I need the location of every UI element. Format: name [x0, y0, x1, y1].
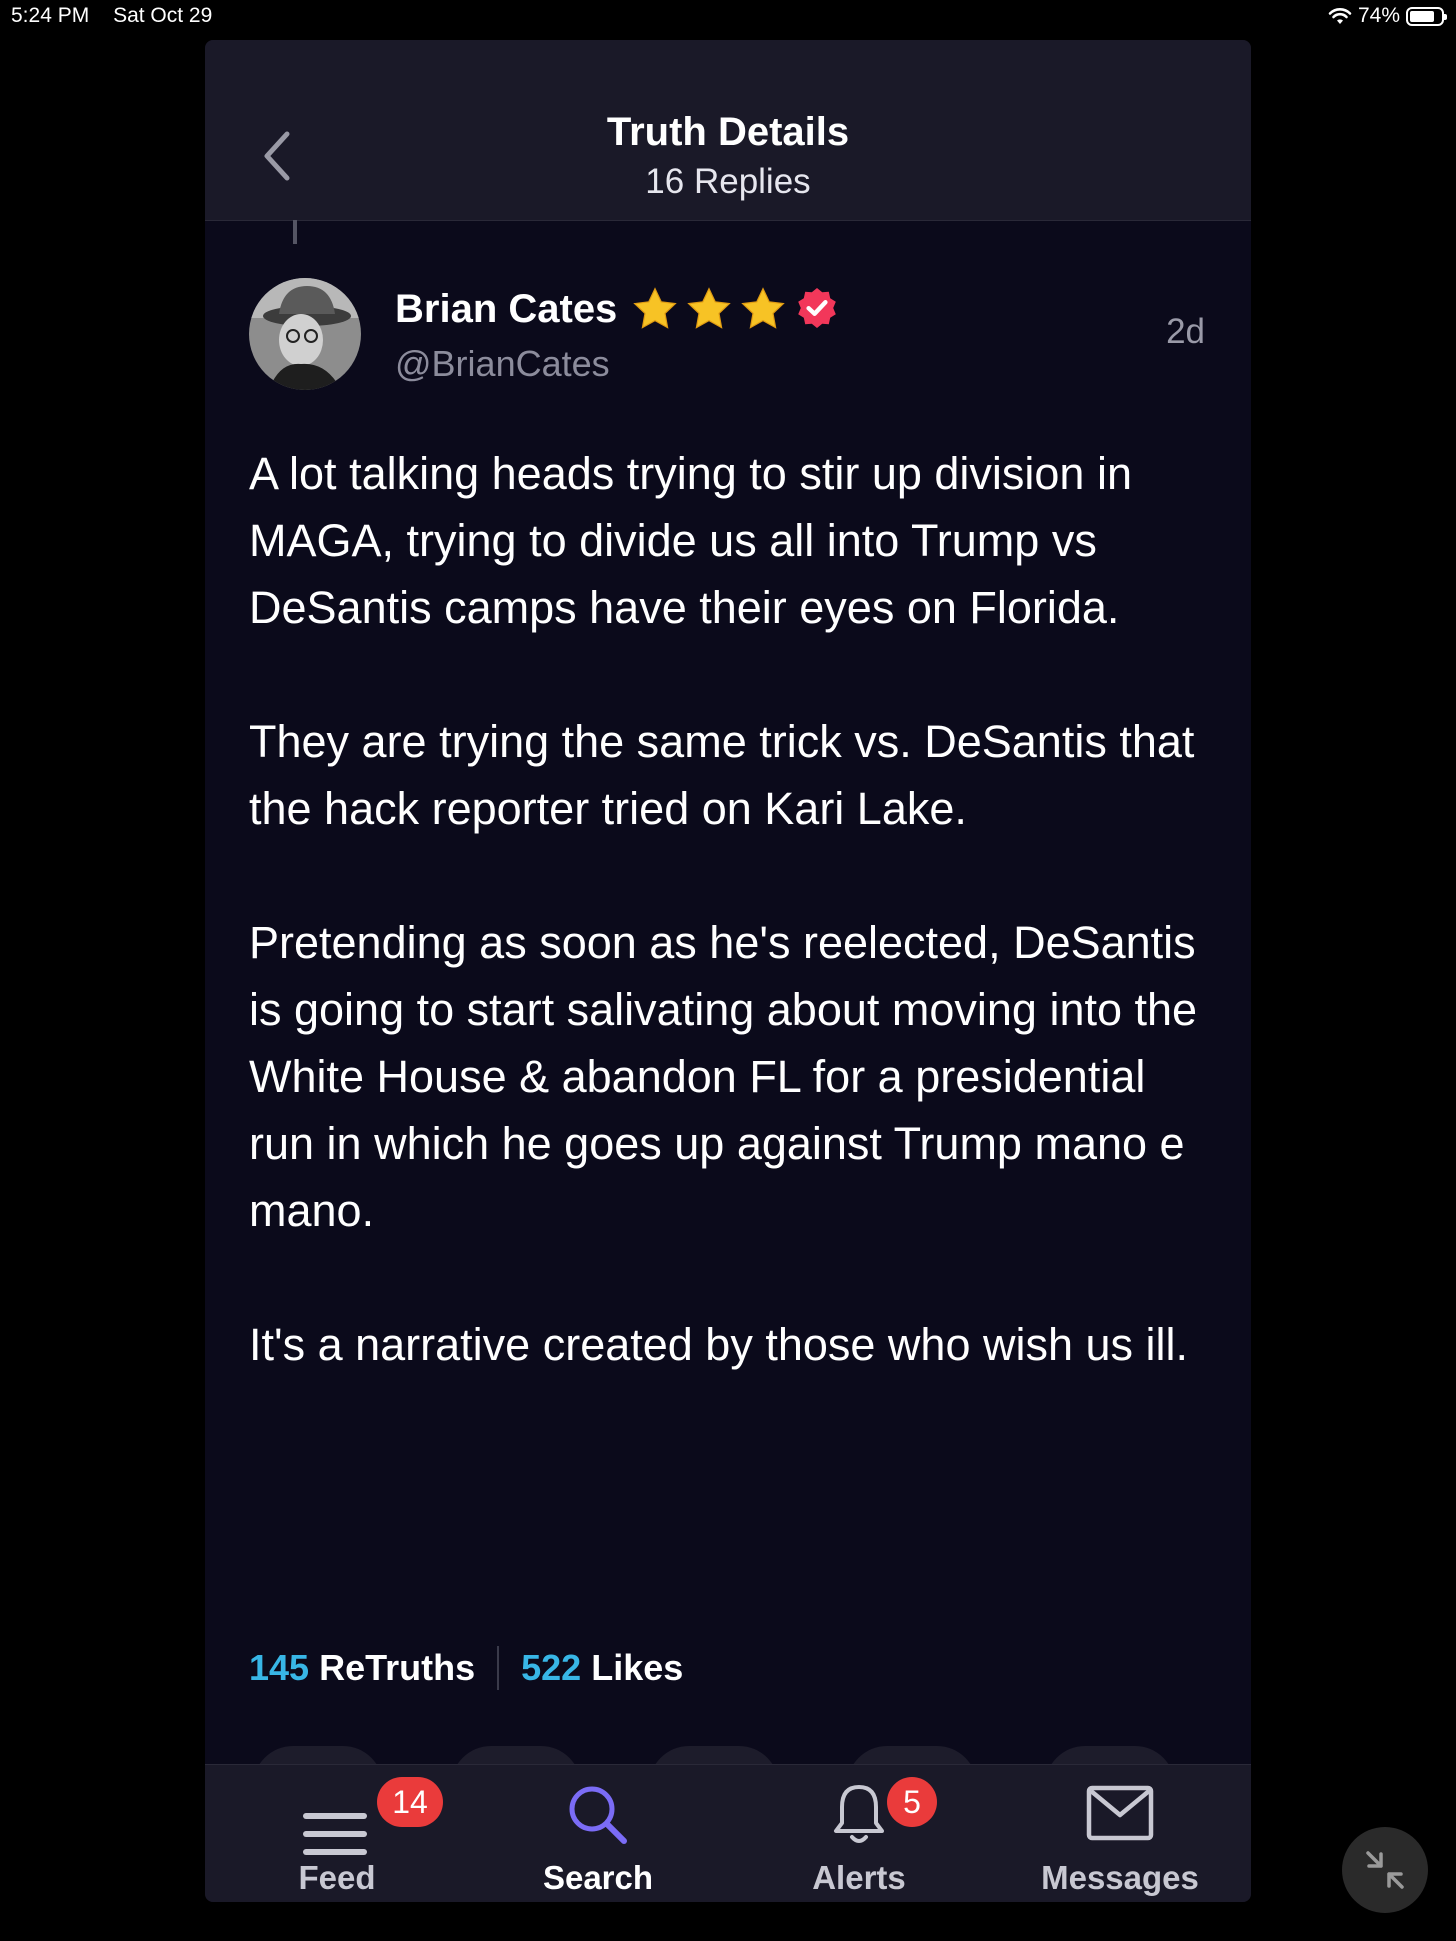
stat-divider	[497, 1646, 500, 1690]
author-name[interactable]: Brian Cates	[395, 287, 617, 332]
author-handle[interactable]: @BrianCates	[395, 343, 610, 385]
retruths-count: 145	[249, 1647, 310, 1688]
tab-search-label: Search	[542, 1859, 654, 1896]
avatar[interactable]	[249, 278, 361, 390]
tab-search[interactable]: Search	[493, 1765, 703, 1902]
post-body: A lot talking heads trying to stir up di…	[249, 440, 1209, 1445]
star-icon	[741, 287, 786, 329]
post-stats: 145 ReTruths 522 Likes	[249, 1646, 683, 1690]
battery-icon	[1406, 6, 1447, 26]
status-date: Sat Oct 29	[113, 4, 213, 27]
post-paragraph: Pretending as soon as he's reelected, De…	[249, 917, 1198, 1236]
post-time: 2d	[1166, 312, 1205, 351]
app-window: Truth Details 16 Replies Brian Cates @Br…	[205, 40, 1251, 1902]
tab-alerts[interactable]: 5 Alerts	[754, 1765, 964, 1902]
likes-stat[interactable]: 522 Likes	[521, 1647, 683, 1689]
battery-percent: 74%	[1357, 4, 1400, 27]
post-paragraph: It's a narrative created by those who wi…	[249, 1319, 1189, 1370]
status-time: 5:24 PM	[11, 4, 90, 27]
search-icon	[569, 1786, 627, 1844]
retruths-label: ReTruths	[319, 1647, 476, 1688]
minimize-button[interactable]	[1342, 1827, 1428, 1913]
verified-badge-icon	[798, 288, 837, 328]
tab-messages-label: Messages	[1041, 1859, 1199, 1896]
feed-badge: 14	[377, 1777, 443, 1827]
star-icon	[633, 287, 678, 329]
post-paragraph: They are trying the same trick vs. DeSan…	[249, 716, 1195, 834]
tab-messages[interactable]: Messages	[1015, 1765, 1225, 1902]
tab-feed-label: Feed	[298, 1859, 376, 1896]
collapse-arrows-icon	[1366, 1851, 1404, 1889]
replies-count[interactable]: 16 Replies	[205, 162, 1251, 202]
status-bar: 5:24 PM Sat Oct 29 74%	[0, 0, 1456, 34]
bell-icon	[834, 1785, 884, 1843]
post-paragraph: A lot talking heads trying to stir up di…	[249, 448, 1132, 633]
star-icon	[687, 287, 732, 329]
thread-connector	[293, 220, 297, 244]
page-title: Truth Details	[606, 110, 850, 154]
wifi-icon	[1328, 8, 1352, 24]
retruths-stat[interactable]: 145 ReTruths	[249, 1647, 475, 1689]
likes-label: Likes	[591, 1647, 684, 1688]
alerts-badge: 5	[887, 1777, 937, 1827]
mail-icon	[1086, 1785, 1154, 1841]
header: Truth Details 16 Replies	[205, 40, 1251, 221]
tab-alerts-label: Alerts	[812, 1859, 906, 1896]
feed-icon	[303, 1813, 367, 1855]
likes-count: 522	[521, 1647, 582, 1688]
tab-bar: 14 Feed Search 5 Alerts Messages	[205, 1764, 1251, 1902]
tab-feed[interactable]: 14 Feed	[232, 1765, 443, 1902]
